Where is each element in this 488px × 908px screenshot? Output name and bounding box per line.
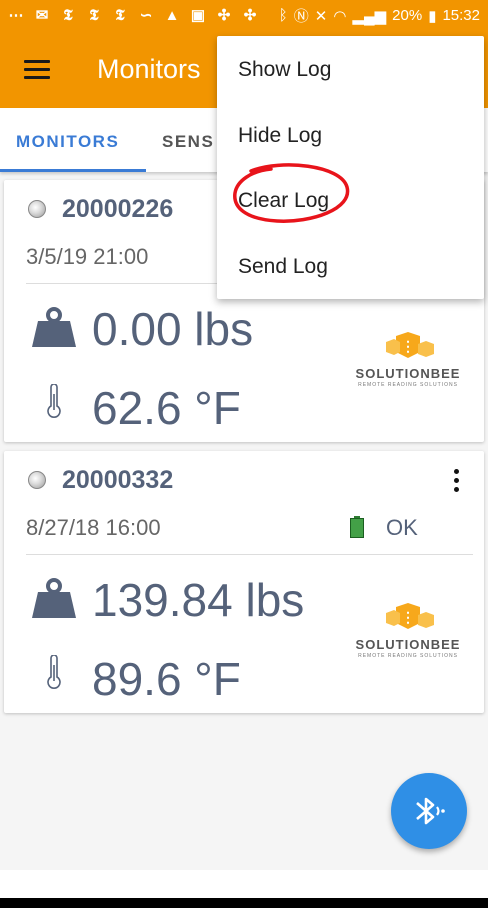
news-icon: 𝕿 bbox=[89, 6, 99, 24]
battery-icon: ▮ bbox=[428, 7, 437, 25]
weight-value: 0.00 lbs bbox=[92, 303, 254, 355]
logo-wordmark: SOLUTIONBEE bbox=[355, 637, 461, 652]
notification-icons: ⋯ ✉ 𝕿 𝕿 𝕿 ∽ ▲ ▣ ✣ ✣ bbox=[6, 5, 260, 25]
bee-hexagon-icon: ⋮ bbox=[386, 332, 434, 358]
solutionbee-logo: ⋮ SOLUTIONBEE REMOTE READING SOLUTIONS bbox=[340, 603, 476, 661]
monitor-serial: 20000226 bbox=[62, 195, 174, 223]
menu-item-label: Hide Log bbox=[238, 124, 323, 147]
temperature-value: 89.6 °F bbox=[92, 653, 241, 705]
status-bar: ⋯ ✉ 𝕿 𝕿 𝕿 ∽ ▲ ▣ ✣ ✣ ᛒ Ⓝ ✕ ◠ ▂▄▆ 20% ▮ 15… bbox=[0, 0, 488, 32]
nfc-icon: Ⓝ bbox=[293, 8, 309, 25]
solutionbee-logo: ⋮ SOLUTIONBEE REMOTE READING SOLUTIONS bbox=[340, 332, 476, 390]
page-title: Monitors bbox=[97, 54, 201, 84]
thermometer-icon bbox=[47, 384, 61, 418]
logo-wordmark: SOLUTIONBEE bbox=[355, 366, 461, 381]
monitor-card[interactable]: 20000332 8/27/18 16:00 OK 139.84 lbs 89.… bbox=[4, 451, 484, 713]
message-icon: ⋯ bbox=[8, 7, 24, 24]
warning-icon: ▲ bbox=[164, 6, 180, 24]
menu-item-label: Show Log bbox=[238, 58, 332, 81]
divider bbox=[26, 554, 473, 555]
temperature-value: 62.6 °F bbox=[92, 382, 241, 434]
battery-ok-icon bbox=[350, 516, 364, 538]
menu-item-send-log[interactable]: Send Log bbox=[217, 233, 484, 298]
signal-icon: ▂▄▆ bbox=[352, 7, 387, 25]
thermometer-icon bbox=[47, 655, 61, 689]
overflow-menu: Show Log Hide Log Clear Log Send Log bbox=[217, 36, 484, 299]
screen-bottom-edge bbox=[0, 898, 488, 908]
tab-indicator bbox=[0, 169, 146, 172]
more-options-icon[interactable] bbox=[448, 469, 464, 497]
bluetooth-audio-icon bbox=[416, 797, 445, 825]
menu-item-label: Clear Log bbox=[238, 189, 330, 212]
mute-icon: ✕ bbox=[314, 7, 328, 25]
clock: 15:32 bbox=[442, 7, 480, 24]
signature-icon: ∽ bbox=[139, 7, 153, 24]
tab-monitors[interactable]: MONITORS bbox=[16, 132, 119, 152]
menu-item-label: Send Log bbox=[238, 255, 328, 278]
battery-status: OK bbox=[386, 515, 418, 540]
logo-tagline: REMOTE READING SOLUTIONS bbox=[358, 653, 458, 659]
bluetooth-scan-button[interactable] bbox=[391, 773, 467, 849]
news-icon: 𝕿 bbox=[115, 6, 125, 24]
tab-sensors[interactable]: SENS bbox=[162, 132, 214, 152]
svg-text:⋮: ⋮ bbox=[401, 609, 415, 625]
pinwheel-icon: ✣ bbox=[217, 7, 231, 24]
pinwheel-icon: ✣ bbox=[243, 7, 257, 24]
weight-icon bbox=[32, 307, 76, 347]
svg-text:⋮: ⋮ bbox=[401, 338, 415, 354]
system-icons: ᛒ Ⓝ ✕ ◠ ▂▄▆ 20% ▮ 15:32 bbox=[279, 5, 480, 26]
mail-icon: ✉ bbox=[35, 7, 49, 24]
image-icon: ▣ bbox=[190, 7, 206, 24]
monitor-serial: 20000332 bbox=[62, 466, 174, 494]
logo-tagline: REMOTE READING SOLUTIONS bbox=[358, 382, 458, 388]
menu-item-hide-log[interactable]: Hide Log bbox=[217, 102, 484, 167]
status-dot-icon bbox=[28, 200, 46, 218]
weight-value: 139.84 lbs bbox=[92, 574, 305, 626]
bluetooth-icon: ᛒ bbox=[278, 7, 288, 24]
reading-timestamp: 3/5/19 21:00 bbox=[26, 244, 149, 269]
reading-timestamp: 8/27/18 16:00 bbox=[26, 515, 161, 540]
weight-icon bbox=[32, 578, 76, 618]
wifi-icon: ◠ bbox=[333, 7, 347, 25]
menu-item-clear-log[interactable]: Clear Log bbox=[217, 163, 484, 232]
news-icon: 𝕿 bbox=[63, 6, 73, 24]
menu-item-show-log[interactable]: Show Log bbox=[217, 36, 484, 101]
battery-percent: 20% bbox=[392, 7, 423, 24]
bee-hexagon-icon: ⋮ bbox=[386, 603, 434, 629]
status-dot-icon bbox=[28, 471, 46, 489]
hamburger-menu-icon[interactable] bbox=[24, 60, 50, 80]
